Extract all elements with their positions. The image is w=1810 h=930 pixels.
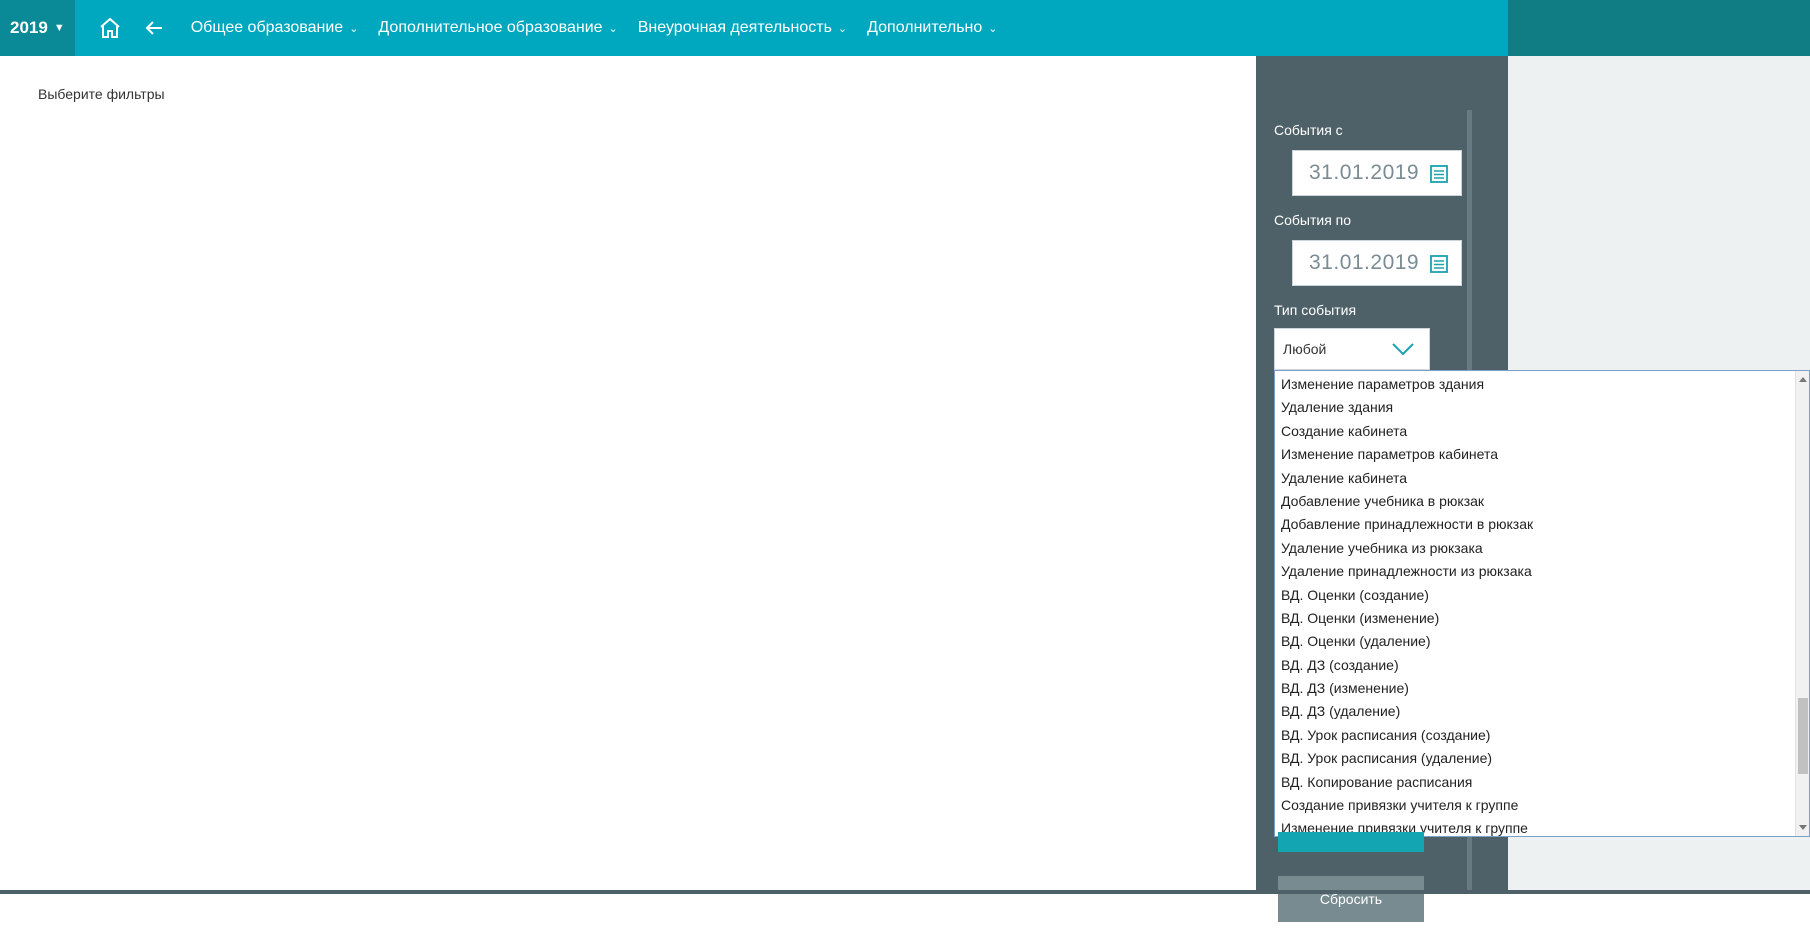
- chevron-down-icon: ⌄: [349, 22, 359, 35]
- dropdown-option[interactable]: Добавление учебника в рюкзак: [1275, 490, 1809, 513]
- menu-additional-education[interactable]: Дополнительное образование ⌄: [378, 19, 617, 37]
- dropdown-option[interactable]: Добавление принадлежности в рюкзак: [1275, 513, 1809, 536]
- bottom-border: [0, 890, 1810, 894]
- home-icon[interactable]: [97, 15, 123, 41]
- chevron-down-icon: ⌄: [837, 22, 848, 35]
- apply-button[interactable]: [1278, 832, 1424, 852]
- dropdown-option[interactable]: ВД. Оценки (изменение): [1275, 607, 1809, 630]
- topbar-right-area: [1508, 0, 1810, 56]
- dropdown-option[interactable]: Создание кабинета: [1275, 420, 1809, 443]
- event-type-label: Тип события: [1274, 302, 1357, 318]
- scrollbar-thumb[interactable]: [1798, 698, 1808, 774]
- dropdown-scrollbar[interactable]: [1795, 371, 1809, 836]
- dropdown-option[interactable]: Удаление кабинета: [1275, 467, 1809, 490]
- main-content: [0, 56, 1256, 930]
- calendar-icon[interactable]: [1429, 164, 1449, 184]
- dropdown-option[interactable]: Удаление принадлежности из рюкзака: [1275, 560, 1809, 583]
- dropdown-option[interactable]: Удаление здания: [1275, 396, 1809, 419]
- events-from-date-input[interactable]: 31.01.2019: [1292, 150, 1462, 196]
- dropdown-option[interactable]: ВД. Оценки (создание): [1275, 584, 1809, 607]
- dropdown-option[interactable]: ВД. Оценки (удаление): [1275, 630, 1809, 653]
- caret-down-icon: ▼: [53, 22, 65, 34]
- menu-extracurricular[interactable]: Внеурочная деятельность ⌄: [638, 19, 847, 37]
- scroll-up-arrow-icon[interactable]: [1799, 377, 1807, 382]
- reset-button[interactable]: Сбросить: [1278, 876, 1424, 922]
- date-value: 31.01.2019: [1309, 251, 1420, 274]
- dropdown-option[interactable]: ВД. ДЗ (создание): [1275, 654, 1809, 677]
- chevron-down-icon: [1392, 343, 1414, 356]
- dropdown-option[interactable]: ВД. ДЗ (удаление): [1275, 700, 1809, 723]
- dropdown-option[interactable]: Удаление учебника из рюкзака: [1275, 537, 1809, 560]
- options-list: Изменение параметров здания Удаление здан…: [1275, 371, 1809, 836]
- menu-label: Внеурочная деятельность: [637, 19, 832, 36]
- event-type-dropdown-list[interactable]: Изменение параметров здания Удаление здан…: [1274, 370, 1810, 837]
- event-type-select[interactable]: Любой: [1274, 328, 1430, 370]
- scroll-down-arrow-icon[interactable]: [1799, 825, 1807, 830]
- select-value: Любой: [1283, 341, 1327, 357]
- top-navigation-bar: 2019 ▼ Общее образование ⌄ Дополнительно…: [0, 0, 1810, 56]
- dropdown-option[interactable]: Изменение параметров здания: [1275, 373, 1809, 396]
- dropdown-option[interactable]: Изменение параметров кабинета: [1275, 443, 1809, 466]
- calendar-icon[interactable]: [1429, 254, 1449, 274]
- menu-general-education[interactable]: Общее образование ⌄: [191, 19, 359, 37]
- year-label: 2019: [10, 18, 48, 37]
- year-selector[interactable]: 2019 ▼: [0, 0, 75, 56]
- menu-label: Общее образование: [190, 19, 344, 36]
- menu-label: Дополнительно: [867, 19, 983, 36]
- dropdown-option[interactable]: ВД. Урок расписания (создание): [1275, 724, 1809, 747]
- back-arrow-icon[interactable]: [141, 15, 167, 41]
- menu-label: Дополнительное образование: [378, 19, 603, 36]
- dropdown-option[interactable]: ВД. ДЗ (изменение): [1275, 677, 1809, 700]
- chevron-down-icon: ⌄: [608, 22, 618, 35]
- date-value: 31.01.2019: [1309, 161, 1420, 184]
- events-to-label: События по: [1274, 212, 1352, 228]
- chevron-down-icon: ⌄: [988, 22, 998, 35]
- dropdown-option[interactable]: Создание привязки учителя к группе: [1275, 794, 1809, 817]
- main-menu: Общее образование ⌄ Дополнительное образ…: [191, 19, 1018, 37]
- menu-additional[interactable]: Дополнительно ⌄: [867, 19, 997, 37]
- dropdown-option[interactable]: ВД. Урок расписания (удаление): [1275, 747, 1809, 770]
- dropdown-option[interactable]: ВД. Копирование расписания: [1275, 771, 1809, 794]
- events-to-date-input[interactable]: 31.01.2019: [1292, 240, 1462, 286]
- select-filters-hint: Выберите фильтры: [38, 86, 165, 102]
- events-from-label: События с: [1274, 122, 1343, 138]
